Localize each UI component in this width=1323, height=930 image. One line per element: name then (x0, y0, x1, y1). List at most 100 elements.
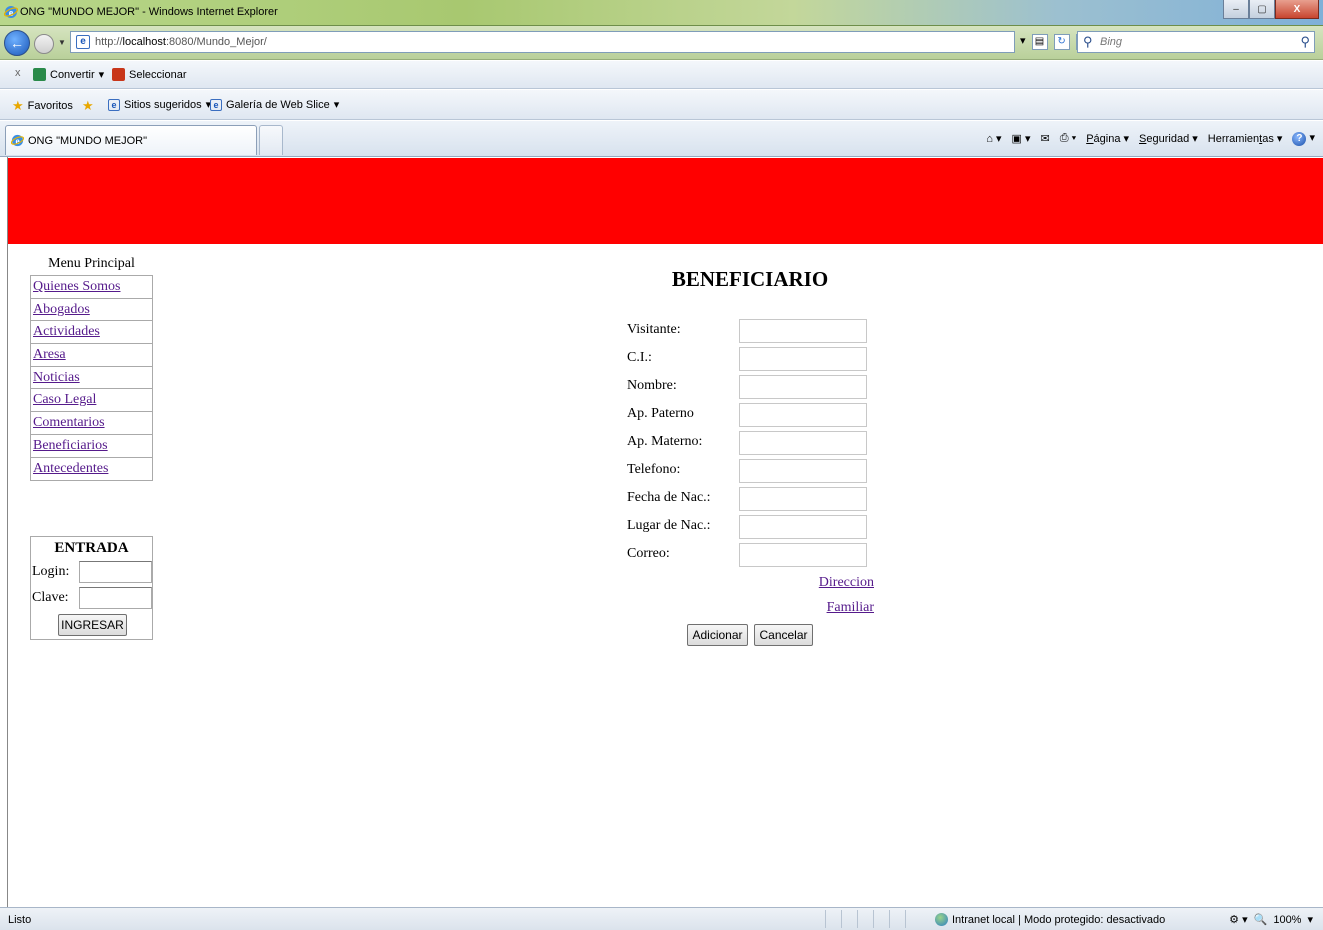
internet-explorer-icon: e (11, 134, 24, 147)
lugar-nac-input[interactable] (739, 515, 867, 539)
login-label: Login: (32, 564, 70, 579)
zoom-dropdown-icon[interactable]: ▾ (1307, 913, 1313, 926)
tab-label: ONG "MUNDO MEJOR" (28, 135, 148, 147)
field-label: Lugar de Nac.: (627, 518, 711, 533)
tools-menu[interactable]: Herramientas ▾ (1208, 132, 1283, 145)
intranet-zone-icon (935, 913, 948, 926)
forward-button[interactable] (34, 34, 54, 54)
maximize-button[interactable]: ▢ (1249, 0, 1275, 19)
addon-toolbar: x Convertir ▾ Seleccionar (0, 61, 1323, 89)
menu-link[interactable]: Caso Legal (33, 392, 96, 407)
back-arrow-icon: ← (10, 35, 24, 51)
field-label: Fecha de Nac.: (627, 490, 711, 505)
visitante-input[interactable] (739, 319, 867, 343)
login-submit-button[interactable]: INGRESAR (58, 614, 127, 636)
print-icon[interactable]: ⎙ ▾ (1060, 132, 1076, 145)
status-text: Listo (8, 914, 32, 926)
web-slice-gallery-link[interactable]: e Galería de Web Slice ▾ (210, 98, 339, 111)
address-input[interactable]: e http://localhost:8080/Mundo_Mejor/ (70, 31, 1015, 53)
help-icon: ? (1292, 132, 1307, 146)
familiar-link[interactable]: Familiar (774, 600, 874, 616)
window-title-bar[interactable]: e ONG "MUNDO MEJOR" - Windows Internet E… (0, 0, 1323, 26)
favorites-bar: ★ Favoritos ★ e Sitios sugeridos ▾ e Gal… (0, 90, 1323, 120)
form-row-lugar-nac: Lugar de Nac.: (627, 515, 872, 539)
page-icon: e (76, 35, 90, 49)
direccion-link[interactable]: Direccion (774, 575, 874, 591)
command-bar: ⌂ ▾ ▣ ▾ ✉ ⎙ ▾ Página ▾ Seguridad ▾ Herra… (986, 131, 1315, 146)
login-input[interactable] (79, 561, 152, 583)
form-title: BENEFICIARIO (671, 267, 829, 291)
correo-input[interactable] (739, 543, 867, 567)
feeds-icon[interactable]: ▣ ▾ (1012, 132, 1031, 145)
mail-icon[interactable]: ✉ (1041, 132, 1050, 145)
field-label: Ap. Materno: (627, 434, 703, 449)
window-controls: – ▢ X (1223, 0, 1319, 20)
close-toolbar-icon[interactable]: x (15, 67, 21, 79)
status-separators (825, 910, 921, 928)
form-row-visitante: Visitante: (627, 319, 872, 343)
menu-link[interactable]: Comentarios (33, 415, 105, 430)
menu-link[interactable]: Antecedentes (33, 461, 108, 476)
menu-item-noticias: Noticias (31, 367, 152, 390)
menu-link[interactable]: Noticias (33, 370, 80, 385)
nombre-input[interactable] (739, 375, 867, 399)
suggested-sites-link[interactable]: e Sitios sugeridos ▾ (108, 98, 211, 111)
window-title: ONG "MUNDO MEJOR" - Windows Internet Exp… (20, 6, 278, 18)
menu-link[interactable]: Beneficiarios (33, 438, 108, 453)
form-row-correo: Correo: (627, 543, 872, 567)
tab-mundo-mejor[interactable]: e ONG "MUNDO MEJOR" (5, 125, 257, 155)
search-placeholder: Bing (1100, 36, 1123, 48)
menu-item-abogados: Abogados (31, 299, 152, 322)
home-icon[interactable]: ⌂ ▾ (986, 132, 1001, 145)
form-row-fecha-nac: Fecha de Nac.: (627, 487, 872, 511)
favorites-label: Favoritos (27, 100, 73, 112)
adicionar-button[interactable]: Adicionar (687, 624, 748, 646)
form-row-ap-paterno: Ap. Paterno (627, 403, 872, 427)
convert-button[interactable]: Convertir ▾ (33, 68, 104, 81)
page-menu[interactable]: Página ▾ (1086, 132, 1129, 145)
security-menu[interactable]: Seguridad ▾ (1139, 132, 1198, 145)
zoom-control[interactable]: ⚙ ▾ 🔍 100% ▾ (1229, 913, 1313, 927)
menu-link[interactable]: Abogados (33, 302, 90, 317)
url-text: http://localhost:8080/Mundo_Mejor/ (95, 36, 267, 48)
ap-materno-input[interactable] (739, 431, 867, 455)
form-row-telefono: Telefono: (627, 459, 872, 483)
protected-mode-icon[interactable]: ⚙ ▾ (1229, 913, 1247, 926)
ci-input[interactable] (739, 347, 867, 371)
menu-link[interactable]: Actividades (33, 324, 100, 339)
history-dropdown-icon[interactable]: ▼ (58, 38, 66, 47)
search-icon[interactable]: ⚲ (1300, 34, 1310, 50)
internet-explorer-icon: e (4, 6, 18, 19)
refresh-icon[interactable]: ↻ (1053, 34, 1070, 50)
convert-label: Convertir (50, 68, 95, 81)
minimize-button[interactable]: – (1223, 0, 1249, 19)
close-window-button[interactable]: X (1275, 0, 1319, 19)
ap-paterno-input[interactable] (739, 403, 867, 427)
add-favorite-icon: ★ (82, 98, 94, 113)
address-dropdown-icon[interactable]: ▾ (1020, 34, 1026, 50)
new-tab-button[interactable] (259, 125, 283, 155)
menu-link[interactable]: Aresa (33, 347, 66, 362)
status-bar: Listo Intranet local | Modo protegido: d… (0, 907, 1323, 930)
telefono-input[interactable] (739, 459, 867, 483)
security-zone[interactable]: Intranet local | Modo protegido: desacti… (935, 913, 1165, 926)
back-button[interactable]: ← (4, 30, 30, 56)
help-menu[interactable]: ? ▾ (1292, 131, 1315, 146)
tab-bar: e ONG "MUNDO MEJOR" ⌂ ▾ ▣ ▾ ✉ ⎙ ▾ Página… (0, 121, 1323, 157)
favorites-button[interactable]: ★ Favoritos (12, 98, 73, 114)
convert-dropdown-icon[interactable]: ▾ (99, 68, 105, 81)
login-row: Login: (31, 560, 152, 584)
add-favorite-button[interactable]: ★ (82, 98, 94, 114)
suggested-sites-label: Sitios sugeridos (124, 98, 202, 111)
menu-item-aresa: Aresa (31, 344, 152, 367)
header-banner (8, 158, 1323, 244)
field-label: Nombre: (627, 378, 677, 393)
zone-label: Intranet local | Modo protegido: desacti… (952, 913, 1166, 926)
menu-link[interactable]: Quienes Somos (33, 279, 121, 294)
cancelar-button[interactable]: Cancelar (754, 624, 813, 646)
select-button[interactable]: Seleccionar (112, 68, 186, 81)
search-input[interactable]: ⚲ Bing ⚲ (1077, 31, 1315, 53)
fecha-nac-input[interactable] (739, 487, 867, 511)
password-input[interactable] (79, 587, 152, 609)
compatibility-view-icon[interactable]: ▤ (1031, 34, 1048, 50)
